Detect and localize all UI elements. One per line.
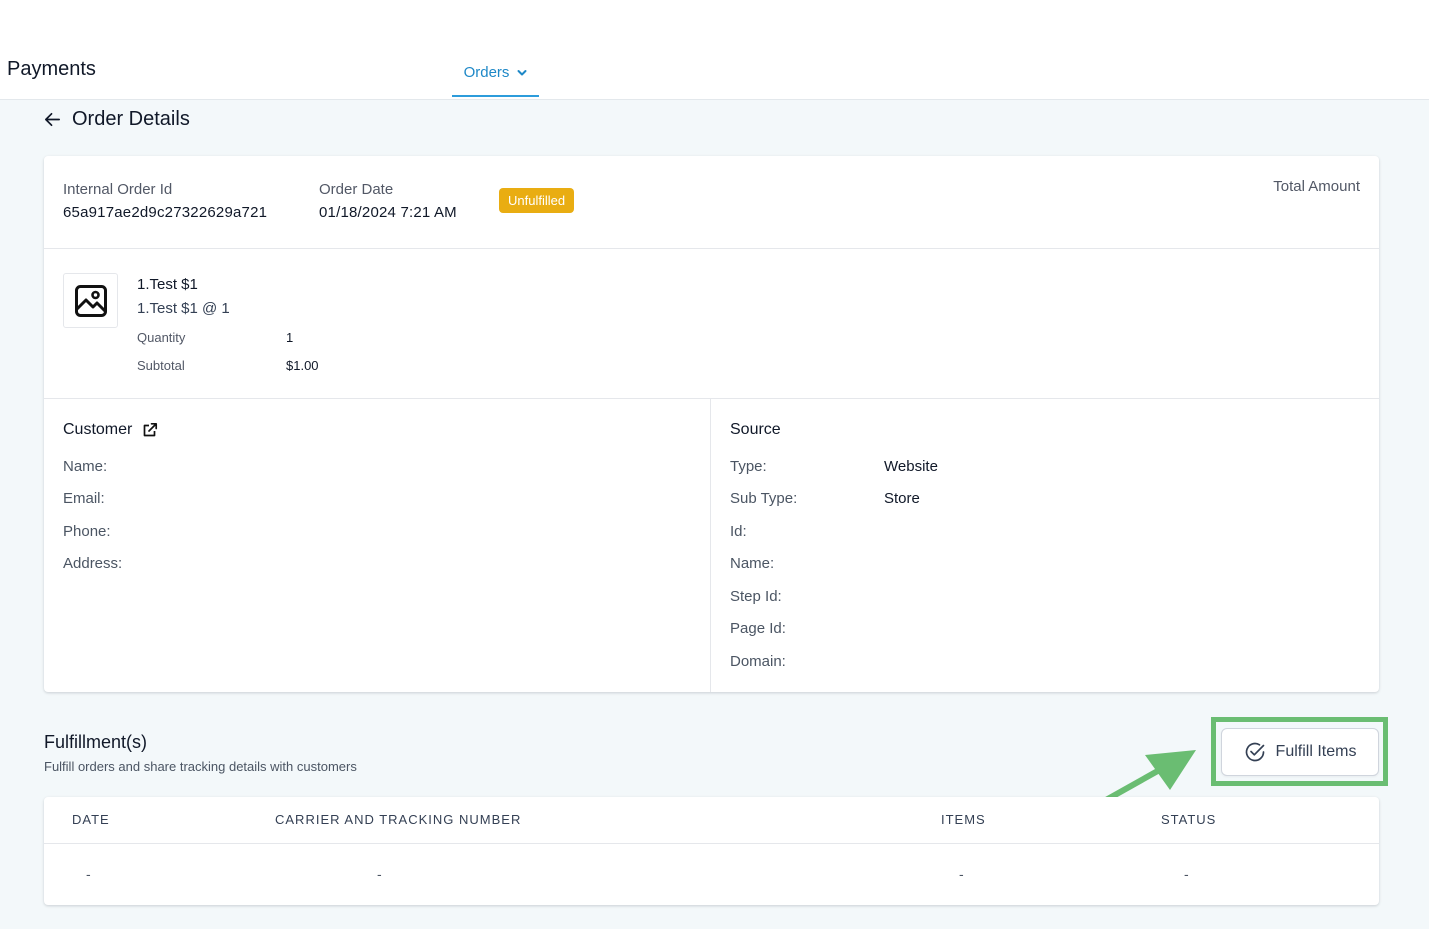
source-subtype-label: Sub Type: [730,490,798,507]
source-name-label: Name: [730,555,775,572]
chevron-down-icon [517,69,527,75]
customer-address-label: Address: [63,555,123,572]
source-section: Source Type: Website Sub Type: Store Id:… [711,399,1379,692]
external-link-icon[interactable] [142,422,158,438]
customer-title-text: Customer [63,421,133,438]
cell-date: - [86,866,91,882]
quantity-label: Quantity [137,330,186,345]
source-title: Source [730,421,781,438]
page-header: Order Details [43,108,190,131]
page-title: Order Details [72,108,190,130]
item-name: 1.Test $1 [137,276,198,293]
order-date-label: Order Date [319,181,394,198]
cell-items: - [959,866,964,882]
top-navbar: Payments Orders [0,0,1429,100]
internal-order-id-value: 65a917ae2d9c27322629a721 [63,204,268,221]
quantity-value: 1 [286,330,294,345]
cell-carrier: - [377,866,382,882]
line-item: 1.Test $1 1.Test $1 @ 1 Quantity 1 Subto… [44,249,1379,399]
subtotal-value: $1.00 [286,358,319,373]
column-header-date: DATE [72,812,110,827]
source-type-value: Website [884,458,938,475]
check-circle-icon [1245,742,1264,762]
fulfillments-subtitle: Fulfill orders and share tracking detail… [44,759,357,774]
order-date-value: 01/18/2024 7:21 AM [319,204,457,221]
column-header-status: STATUS [1161,812,1217,827]
status-badge: Unfulfilled [499,188,575,213]
total-amount-label: Total Amount [1273,178,1360,195]
app-title: Payments [7,58,96,80]
column-header-carrier: CARRIER AND TRACKING NUMBER [275,812,522,827]
cell-status: - [1184,866,1189,882]
internal-order-id-field: Internal Order Id 65a917ae2d9c27322629a7… [63,181,267,221]
customer-section: Customer Name: Email: Phone: Address: [44,399,711,692]
customer-email-label: Email: [63,490,105,507]
order-summary: Internal Order Id 65a917ae2d9c27322629a7… [44,156,1379,249]
back-arrow-icon[interactable] [43,110,62,129]
source-id-label: Id: [730,523,747,540]
product-thumbnail [63,273,118,328]
source-step-id-label: Step Id: [730,588,782,605]
order-date-field: Order Date 01/18/2024 7:21 AM [319,181,457,221]
subtotal-label: Subtotal [137,358,185,373]
tab-orders[interactable]: Orders [452,50,539,97]
source-type-label: Type: [730,458,767,475]
source-subtype-value: Store [884,490,920,507]
customer-title: Customer [63,421,158,439]
image-placeholder-icon [74,284,107,317]
table-header: DATE CARRIER AND TRACKING NUMBER ITEMS S… [44,797,1379,844]
fulfill-items-label: Fulfill Items [1275,743,1357,760]
customer-name-label: Name: [63,458,108,475]
column-header-items: ITEMS [941,812,986,827]
item-description: 1.Test $1 @ 1 [137,300,230,317]
fulfillments-table: DATE CARRIER AND TRACKING NUMBER ITEMS S… [44,797,1379,905]
fulfill-items-button[interactable]: Fulfill Items [1221,728,1379,776]
order-details-card: Internal Order Id 65a917ae2d9c27322629a7… [44,156,1379,692]
customer-phone-label: Phone: [63,523,111,540]
tab-orders-label: Orders [463,64,510,81]
internal-order-id-label: Internal Order Id [63,181,173,198]
source-page-id-label: Page Id: [730,620,786,637]
fulfillments-title: Fulfillment(s) [44,732,148,752]
source-domain-label: Domain: [730,653,786,670]
